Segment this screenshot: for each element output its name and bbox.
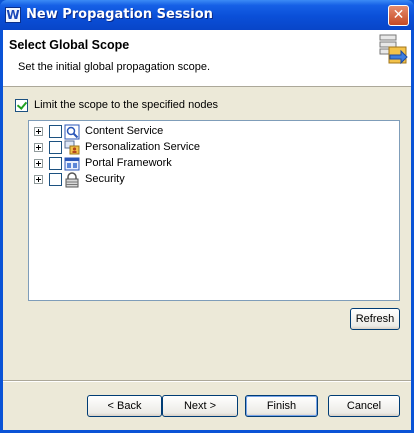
expand-plus-icon[interactable] [34,143,43,152]
portal-framework-icon [64,157,80,171]
tree-item-label: Content Service [85,125,164,137]
title-bar[interactable]: W New Propagation Session ✕ [0,0,414,30]
tree-item-label: Portal Framework [85,157,172,169]
security-lock-icon [65,172,79,188]
tree-item-security[interactable]: Security [29,172,389,188]
finish-button[interactable]: Finish [245,395,318,417]
page-description: Set the initial global propagation scope… [18,61,211,73]
expand-plus-icon[interactable] [34,127,43,136]
tree-item-checkbox[interactable] [49,125,62,138]
tree-item-checkbox[interactable] [49,173,62,186]
tree-item-checkbox[interactable] [49,141,62,154]
back-button[interactable]: < Back [87,395,162,417]
refresh-button[interactable]: Refresh [350,308,400,330]
tree-item-personalization-service[interactable]: Personalization Service [29,140,389,156]
dialog-client-area: Select Global Scope Set the initial glob… [3,30,411,430]
content-service-icon [64,124,80,140]
tree-item-portal-framework[interactable]: Portal Framework [29,156,389,172]
tree-item-label: Personalization Service [85,141,200,153]
scope-tree[interactable]: Content Service Personalization Service Po… [28,120,400,301]
app-icon: W [5,7,21,23]
close-button[interactable]: ✕ [388,5,409,26]
expand-plus-icon[interactable] [34,159,43,168]
tree-item-content-service[interactable]: Content Service [29,124,389,140]
limit-scope-checkbox[interactable] [15,99,28,112]
propagation-wizard-icon [379,34,408,65]
dialog-window: W New Propagation Session ✕ Select Globa… [0,0,414,433]
page-title: Select Global Scope [9,38,130,52]
limit-scope-label: Limit the scope to the specified nodes [34,99,219,111]
cancel-button[interactable]: Cancel [328,395,400,417]
button-bar-divider [3,380,411,382]
window-title: New Propagation Session [26,7,213,22]
tree-item-label: Security [85,173,125,185]
limit-scope-row[interactable]: Limit the scope to the specified nodes [15,99,218,113]
expand-plus-icon[interactable] [34,175,43,184]
wizard-banner: Select Global Scope Set the initial glob… [3,30,411,87]
next-button[interactable]: Next > [162,395,238,417]
personalization-service-icon [64,140,80,155]
tree-item-checkbox[interactable] [49,157,62,170]
